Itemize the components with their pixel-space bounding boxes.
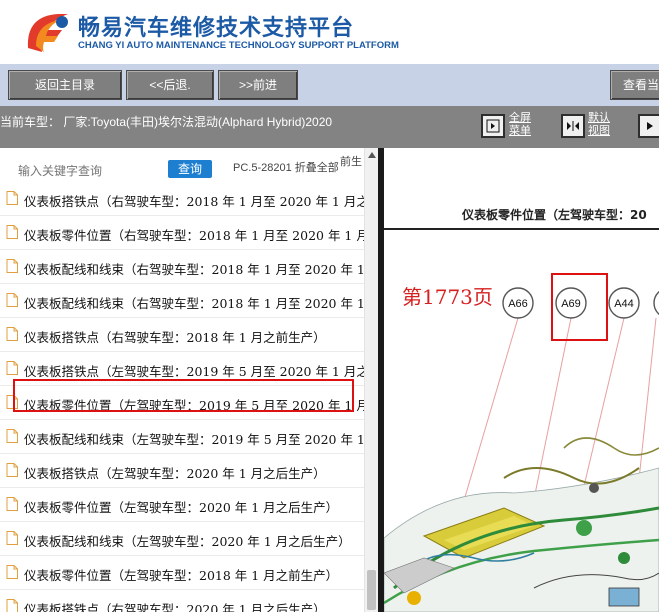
document-icon — [6, 293, 18, 307]
svg-text:A66: A66 — [508, 298, 528, 310]
page-number: 第1773页 — [402, 285, 493, 309]
pc-code-text: PC.5-28201 折叠全部 — [233, 162, 339, 174]
document-icon — [6, 565, 18, 579]
app-subtitle: CHANG YI AUTO MAINTENANCE TECHNOLOGY SUP… — [78, 40, 399, 51]
list-item-label: 仪表板零件位置（左驾驶车型：2020 年 1 月之后生产） — [24, 500, 339, 515]
list-item[interactable]: 仪表板配线和线束（左驾驶车型：2020 年 1 月之后生产） — [0, 522, 366, 556]
list-item-label: 仪表板搭铁点（左驾驶车型：2019 年 5 月至 2020 年 1 月之 — [24, 364, 369, 379]
document-icon — [6, 531, 18, 545]
list-item[interactable]: 仪表板搭铁点（左驾驶车型：2020 年 1 月之后生产） — [0, 454, 366, 488]
document-icon — [6, 497, 18, 511]
prev-button[interactable]: <<后退. — [126, 70, 214, 100]
search-bar: 查询 PC.5-28201 折叠全部 前生 — [0, 148, 366, 183]
selected-item-highlight — [13, 379, 354, 412]
list-item[interactable]: 仪表板配线和线束（右驾驶车型：2018 年 1 月至 2020 年 1 — [0, 284, 366, 318]
connector-partial[interactable] — [653, 288, 659, 318]
list-item-label: 仪表板配线和线束（左驾驶车型：2019 年 5 月至 2020 年 1 — [24, 432, 365, 447]
svg-text:A44: A44 — [614, 298, 634, 310]
document-icon — [6, 259, 18, 273]
app-header: 畅易汽车维修技术支持平台 CHANG YI AUTO MAINTENANCE T… — [0, 0, 659, 64]
next-button[interactable]: >>前进 — [218, 70, 298, 100]
app-title: 畅易汽车维修技术支持平台 — [78, 16, 355, 41]
document-icon — [6, 361, 18, 375]
fullscreen-icon — [486, 119, 500, 133]
view-current-button[interactable]: 查看当 — [610, 70, 659, 100]
default-view-link[interactable]: 默认 视图 — [588, 112, 610, 138]
current-model-text: 当前车型： 厂家:Toyota(丰田)埃尔法混动(Alphard Hybrid)… — [0, 115, 333, 129]
list-item-label: 仪表板搭铁点（左驾驶车型：2020 年 1 月之后生产） — [24, 466, 326, 481]
list-item-label: 仪表板配线和线束（左驾驶车型：2020 年 1 月之后生产） — [24, 534, 351, 549]
list-item-label: 仪表板零件位置（左驾驶车型：2018 年 1 月之前生产） — [24, 568, 339, 583]
connector-a66[interactable]: A66 — [502, 287, 534, 319]
list-item-label: 仪表板搭铁点（右驾驶车型：2020 年 1 月之后生产） — [24, 602, 326, 612]
model-info-bar: 当前车型： 厂家:Toyota(丰田)埃尔法混动(Alphard Hybrid)… — [0, 106, 659, 148]
diagram-panel: 仪表板零件位置（左驾驶车型：20 A66 A69 A44 第1773页 — [384, 148, 659, 612]
list-item[interactable]: 仪表板配线和线束（右驾驶车型：2018 年 1 月至 2020 年 1 — [0, 250, 366, 284]
fullscreen-link[interactable]: 全屏 菜单 — [509, 112, 531, 138]
list-item-label: 仪表板零件位置（右驾驶车型：2018 年 1 月至 2020 年 1 月 — [24, 228, 369, 243]
document-icon — [6, 191, 18, 205]
document-icon — [6, 225, 18, 239]
list-item[interactable]: 仪表板搭铁点（右驾驶车型：2018 年 1 月之前生产） — [0, 318, 366, 352]
list-item-label: 仪表板配线和线束（右驾驶车型：2018 年 1 月至 2020 年 1 — [24, 262, 365, 277]
pc-cut-text: 前生 — [340, 156, 362, 168]
connector-highlight — [551, 273, 608, 341]
back-main-button[interactable]: 返回主目录 — [8, 70, 122, 100]
list-item-label: 仪表板配线和线束（右驾驶车型：2018 年 1 月至 2020 年 1 — [24, 296, 365, 311]
extra-toolbar-button[interactable] — [638, 114, 659, 138]
fullscreen-button[interactable] — [481, 114, 505, 138]
play-icon — [647, 122, 653, 130]
list-item[interactable]: 仪表板零件位置（左驾驶车型：2018 年 1 月之前生产） — [0, 556, 366, 590]
list-item[interactable]: 仪表板搭铁点（右驾驶车型：2018 年 1 月至 2020 年 1 月之 — [0, 182, 369, 216]
logo-icon — [27, 14, 68, 52]
harness-illustration — [384, 437, 659, 612]
list-item-label: 仪表板搭铁点（右驾驶车型：2018 年 1 月至 2020 年 1 月之 — [24, 194, 369, 209]
document-icon — [6, 327, 18, 341]
document-icon — [6, 463, 18, 477]
document-icon — [6, 599, 18, 612]
list-item-label: 仪表板搭铁点（右驾驶车型：2018 年 1 月之前生产） — [24, 330, 326, 345]
list-item[interactable]: 仪表板零件位置（左驾驶车型：2020 年 1 月之后生产） — [0, 488, 366, 522]
nav-toolbar: 返回主目录 <<后退. >>前进 查看当 — [0, 64, 659, 106]
list-item[interactable]: 仪表板配线和线束（左驾驶车型：2019 年 5 月至 2020 年 1 — [0, 420, 366, 454]
toc-panel: 查询 PC.5-28201 折叠全部 前生 仪表板搭铁点（右驾驶车型：2018 … — [0, 148, 378, 612]
wiring-diagram: A66 A69 A44 — [384, 287, 659, 612]
list-item[interactable]: 仪表板搭铁点（右驾驶车型：2020 年 1 月之后生产） — [0, 590, 366, 612]
search-input[interactable] — [18, 162, 168, 180]
scroll-thumb[interactable] — [367, 570, 376, 610]
connector-a44[interactable]: A44 — [608, 287, 640, 319]
list-item[interactable]: 仪表板零件位置（右驾驶车型：2018 年 1 月至 2020 年 1 月 — [0, 216, 369, 250]
scroll-up-icon[interactable] — [368, 152, 376, 158]
toc-scrollbar[interactable] — [364, 148, 378, 612]
document-icon — [6, 429, 18, 443]
search-button[interactable]: 查询 — [168, 160, 212, 178]
default-view-icon — [567, 121, 579, 131]
default-view-button[interactable] — [561, 114, 585, 138]
